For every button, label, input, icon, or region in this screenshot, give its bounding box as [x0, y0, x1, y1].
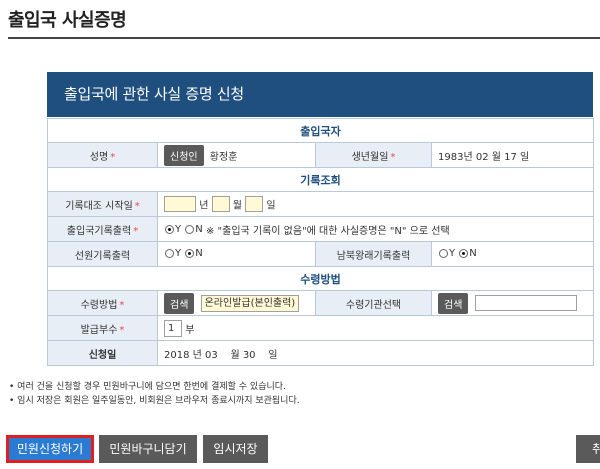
notes: • 여러 건을 신청할 경우 민원바구니에 담으면 한번에 결제할 수 있습니다…: [9, 380, 300, 408]
start-month-input[interactable]: [211, 196, 230, 212]
copies-cell: 1 부: [156, 315, 595, 341]
output-note: ※ "출입국 기록이 없음"에 대한 사실증명은 "N" 으로 선택: [205, 225, 450, 237]
apply-button[interactable]: 민원신청하기: [6, 435, 94, 463]
nk-yes-radio[interactable]: [439, 249, 448, 259]
section-applicant: 출입국자: [46, 118, 595, 143]
cancel-button[interactable]: 취: [576, 435, 600, 463]
crew-cell: Y N: [157, 241, 316, 267]
crew-no-label: N: [195, 248, 203, 260]
name-cell: 신청인 황정훈: [157, 142, 316, 168]
year-unit: 년: [199, 200, 209, 212]
title-divider: [8, 37, 600, 39]
nk-cell: Y N: [430, 241, 595, 267]
day-unit: 일: [266, 200, 276, 212]
name-value: 황정훈: [209, 151, 238, 163]
agency-input[interactable]: [474, 295, 577, 311]
date-label: 신청일: [47, 340, 158, 366]
copies-label: 발급부수 *: [47, 315, 158, 341]
copies-unit: 부: [185, 324, 195, 336]
date-value: 2018 년 03 월 30 일: [156, 340, 595, 366]
method-cell: 검색 온라인발급(본인출력): [157, 290, 316, 316]
start-year-input[interactable]: [164, 196, 196, 212]
basket-button[interactable]: 민원바구니담기: [99, 435, 197, 463]
agency-search-button[interactable]: 검색: [438, 292, 469, 314]
crew-yes-radio[interactable]: [165, 249, 174, 259]
output-yes-radio[interactable]: [165, 224, 174, 234]
crew-label: 선원기록출력: [47, 241, 158, 267]
start-date-label: 기록대조 시작일 *: [47, 191, 158, 217]
note-line: • 여러 건을 신청할 경우 민원바구니에 담으면 한번에 결제할 수 있습니다…: [9, 382, 286, 392]
nk-yes-label: Y: [449, 248, 456, 260]
method-search-button[interactable]: 검색: [164, 292, 195, 314]
month-unit: 월: [232, 200, 242, 212]
form-header: 출입국에 관한 사실 증명 신청: [47, 72, 593, 117]
output-cell: Y N ※ "출입국 기록이 없음"에 대한 사실증명은 "N" 으로 선택: [156, 216, 595, 242]
output-no-radio[interactable]: [185, 224, 195, 234]
start-day-input[interactable]: [245, 196, 264, 212]
application-form-table: 출입국자 성명 * 신청인 황정훈 생년월일 * 1983년 02 월 17 일 기…: [46, 118, 595, 366]
section-record: 기록조회: [46, 167, 595, 192]
temp-save-button[interactable]: 임시저장: [203, 435, 268, 463]
applicant-button[interactable]: 신청인: [164, 144, 204, 166]
section-receipt: 수령방법: [46, 266, 595, 291]
nk-label: 남북왕래기록출력: [315, 241, 432, 267]
name-label: 성명 *: [47, 142, 158, 168]
crew-yes-label: Y: [175, 248, 182, 260]
output-yes-label: Y: [175, 223, 182, 235]
output-label: 출입국기록출력 *: [47, 216, 158, 242]
agency-cell: 검색: [430, 290, 595, 316]
page-title: 출입국 사실증명: [8, 10, 127, 31]
output-no-label: N: [195, 223, 203, 235]
birth-label: 생년월일 *: [315, 142, 432, 168]
nk-no-label: N: [469, 248, 477, 260]
copies-input[interactable]: 1: [164, 319, 182, 337]
note-line: • 임시 저장은 회원은 일주일동안, 비회원은 브라우저 종료시까지 보관됩니…: [9, 396, 300, 406]
nk-no-radio[interactable]: [459, 249, 469, 259]
agency-label: 수령기관선택: [315, 290, 432, 316]
crew-no-radio[interactable]: [185, 249, 195, 259]
method-value[interactable]: 온라인발급(본인출력): [200, 294, 300, 312]
birth-value: 1983년 02 월 17 일: [430, 142, 595, 168]
start-date-cell: 년 월 일: [156, 191, 595, 217]
method-label: 수령방법 *: [47, 290, 158, 316]
